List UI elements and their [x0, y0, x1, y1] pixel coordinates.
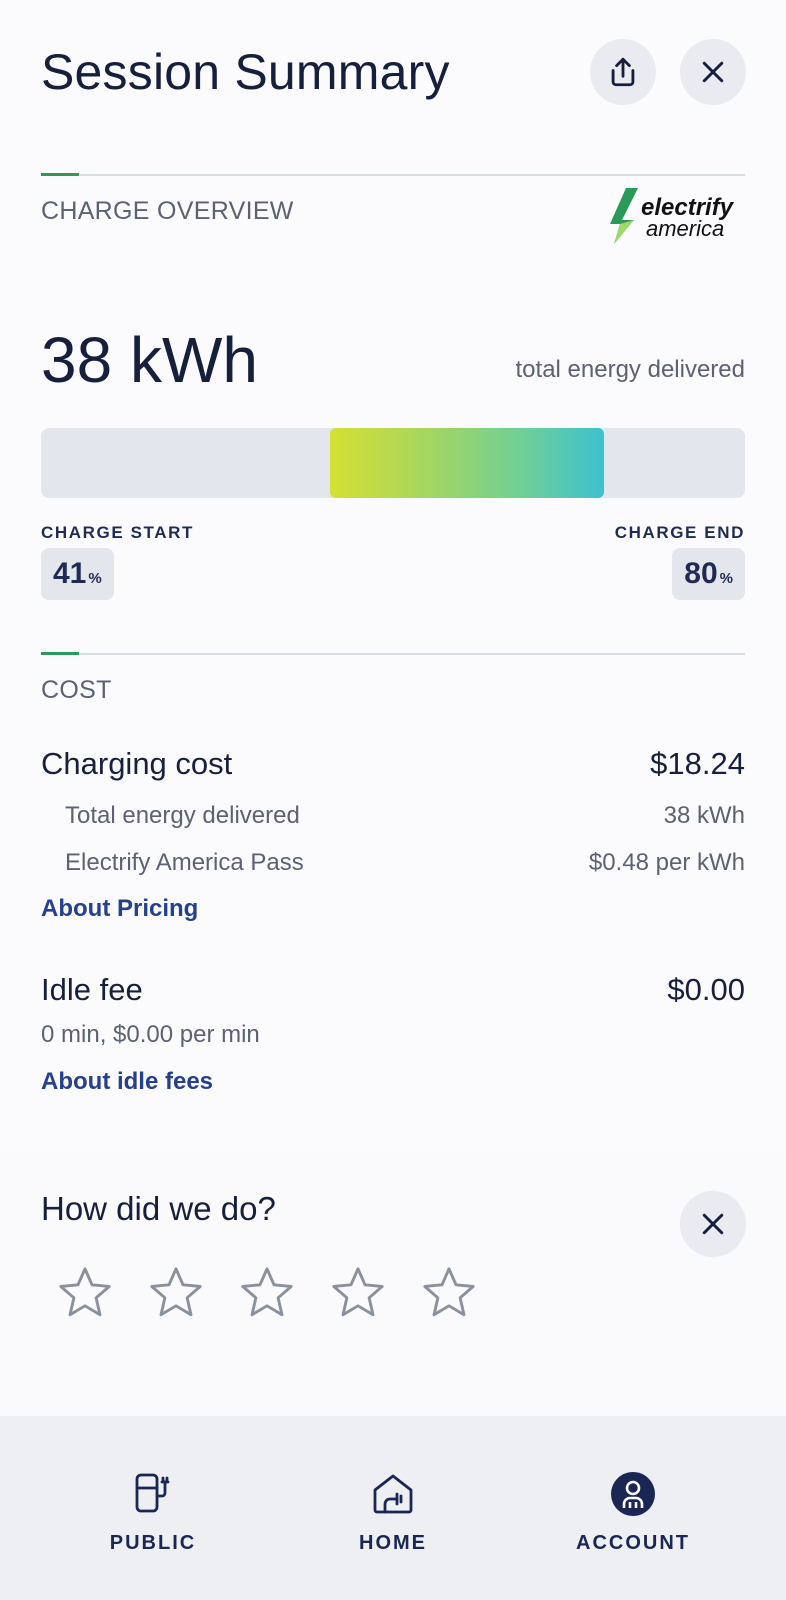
star-icon-2[interactable]	[147, 1264, 205, 1322]
star-rating	[56, 1264, 478, 1322]
section-divider	[41, 173, 745, 176]
share-icon	[611, 57, 635, 87]
nav-home[interactable]: HOME	[293, 1470, 493, 1555]
idle-fee-value: $0.00	[667, 972, 745, 1007]
page-title: Session Summary	[41, 44, 450, 100]
star-icon-1[interactable]	[56, 1264, 114, 1322]
share-button[interactable]	[590, 39, 656, 105]
pass-rate-label: Electrify America Pass	[65, 849, 304, 876]
star-icon-3[interactable]	[238, 1264, 296, 1322]
charging-cost-value: $18.24	[650, 746, 745, 781]
nav-account[interactable]: ACCOUNT	[533, 1470, 733, 1555]
charge-end-badge: 80 %	[672, 548, 745, 600]
nav-public-label: PUBLIC	[109, 1532, 197, 1554]
charge-end-value: 80	[684, 557, 718, 590]
idle-fee-label: Idle fee	[41, 972, 143, 1007]
svg-text:america: america	[646, 216, 724, 241]
account-icon	[611, 1472, 655, 1516]
charge-end-label: CHARGE END	[614, 523, 745, 542]
charging-cost-label: Charging cost	[41, 746, 233, 781]
charge-level-bar	[41, 428, 745, 498]
star-icon-5[interactable]	[420, 1264, 478, 1322]
charge-overview-label: CHARGE OVERVIEW	[41, 197, 294, 225]
idle-fee-row: Idle fee $0.00	[41, 972, 745, 1008]
cost-label: COST	[41, 676, 112, 704]
energy-detail-row: Total energy delivered 38 kWh	[65, 802, 745, 830]
electrify-america-logo: electrify america	[606, 186, 756, 246]
feedback-title: How did we do?	[41, 1190, 276, 1227]
star-icon-4[interactable]	[329, 1264, 387, 1322]
percent-symbol: %	[88, 570, 102, 587]
section-divider	[41, 652, 745, 655]
home-charger-icon	[373, 1474, 413, 1514]
close-button[interactable]	[680, 39, 746, 105]
charging-cost-row: Charging cost $18.24	[41, 746, 745, 782]
energy-detail-label: Total energy delivered	[65, 802, 300, 829]
energy-detail-value: 38 kWh	[663, 802, 745, 829]
charger-icon	[135, 1473, 170, 1513]
charge-start-label: CHARGE START	[41, 523, 194, 542]
charge-start-value: 41	[53, 557, 87, 590]
charge-start-badge: 41 %	[41, 548, 114, 600]
pass-rate-row: Electrify America Pass $0.48 per kWh	[65, 849, 745, 877]
energy-delivered-value: 38 kWh	[41, 324, 258, 396]
nav-account-label: ACCOUNT	[576, 1532, 690, 1554]
dismiss-feedback-button[interactable]	[680, 1191, 746, 1257]
nav-public[interactable]: PUBLIC	[53, 1470, 253, 1555]
nav-home-label: HOME	[359, 1532, 427, 1554]
idle-fee-note: 0 min, $0.00 per min	[41, 1021, 260, 1048]
about-idle-fees-link[interactable]: About idle fees	[41, 1068, 213, 1096]
about-pricing-link[interactable]: About Pricing	[41, 895, 198, 923]
close-icon	[702, 61, 724, 83]
close-icon	[702, 1213, 724, 1235]
pass-rate-value: $0.48 per kWh	[588, 849, 745, 876]
energy-delivered-caption: total energy delivered	[515, 356, 745, 383]
percent-symbol: %	[719, 570, 733, 587]
charge-level-fill	[329, 428, 605, 498]
